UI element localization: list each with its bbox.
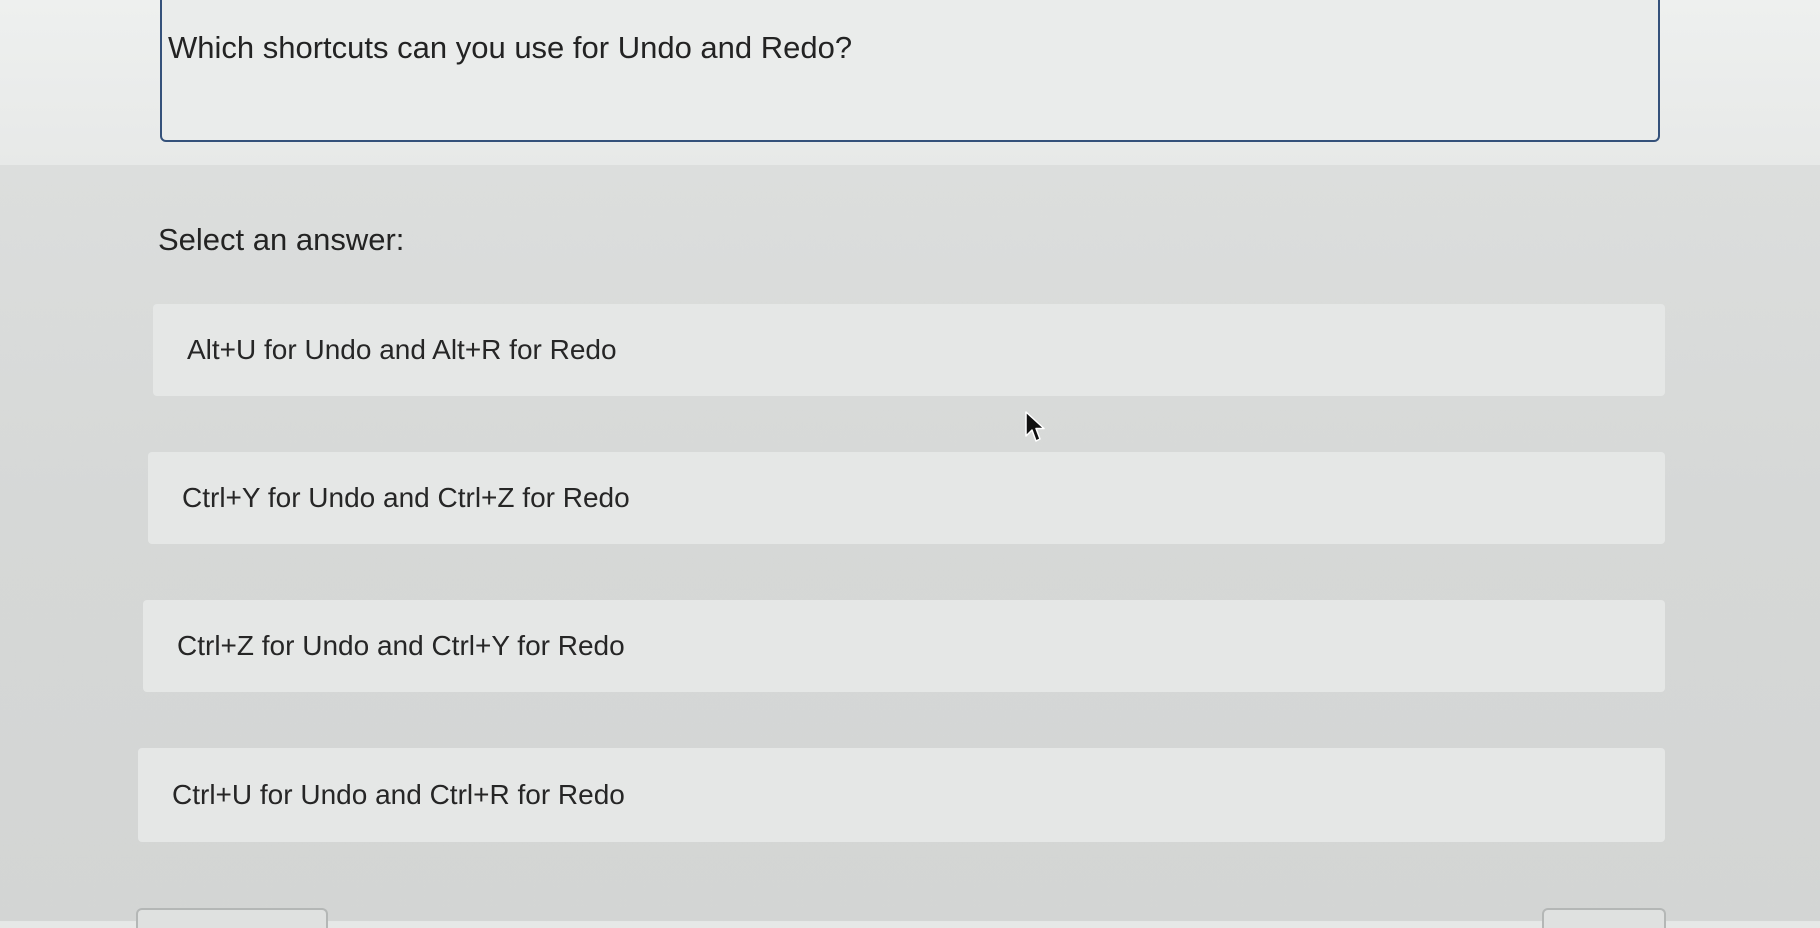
answer-option-1[interactable]: Alt+U for Undo and Alt+R for Redo xyxy=(153,304,1665,396)
answer-option-label: Alt+U for Undo and Alt+R for Redo xyxy=(187,334,617,365)
answer-option-3[interactable]: Ctrl+Z for Undo and Ctrl+Y for Redo xyxy=(143,600,1665,692)
question-box xyxy=(160,0,1660,142)
answer-option-label: Ctrl+Z for Undo and Ctrl+Y for Redo xyxy=(177,630,625,661)
answer-option-label: Ctrl+U for Undo and Ctrl+R for Redo xyxy=(172,779,625,810)
mouse-pointer-icon xyxy=(1025,411,1045,442)
answer-option-4[interactable]: Ctrl+U for Undo and Ctrl+R for Redo xyxy=(138,748,1665,842)
answer-option-label: Ctrl+Y for Undo and Ctrl+Z for Redo xyxy=(182,482,630,513)
bottom-right-button[interactable] xyxy=(1542,908,1666,928)
question-text: Which shortcuts can you use for Undo and… xyxy=(168,30,853,65)
select-answer-prompt: Select an answer: xyxy=(158,222,405,257)
answer-option-2[interactable]: Ctrl+Y for Undo and Ctrl+Z for Redo xyxy=(148,452,1665,544)
bottom-left-button[interactable] xyxy=(136,908,328,928)
